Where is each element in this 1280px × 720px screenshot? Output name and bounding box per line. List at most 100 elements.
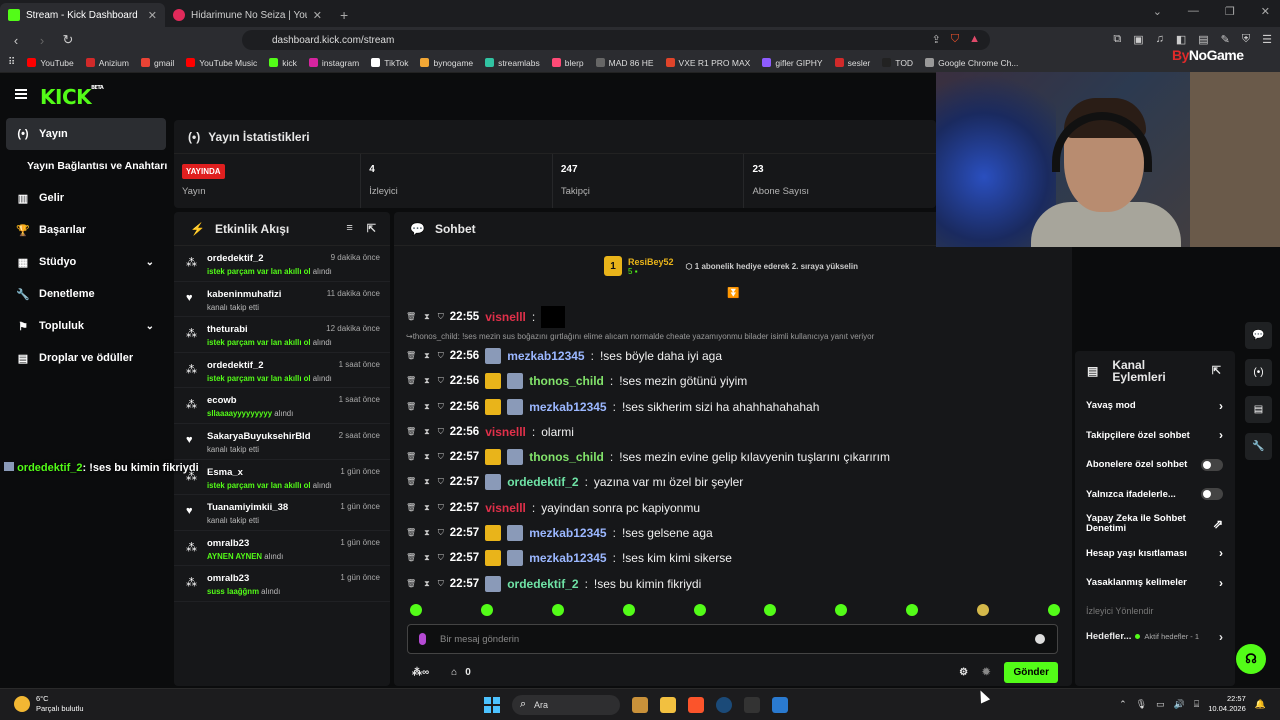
chat-username[interactable]: mezkab12345 — [529, 400, 606, 414]
chat-message[interactable]: 🗑 ⧗ ⛉ 22:56 mezkab12345: !ses sikherim sizi h… — [406, 394, 1056, 419]
chat-message[interactable]: 🗑 ⧗ ⛉ 22:57 mezkab12345: !ses gelsene aga — [406, 520, 1056, 545]
ban-icon[interactable]: ⛉ — [438, 351, 444, 361]
channel-points-icon[interactable]: ⁂∞ — [412, 667, 429, 678]
brave-icon[interactable] — [688, 697, 704, 713]
delete-icon[interactable]: 🗑 — [406, 351, 416, 361]
notification-icon[interactable]: 🔔 — [1255, 699, 1266, 710]
brave-shield-icon[interactable]: ⛉ — [951, 33, 959, 46]
gear-icon[interactable]: ⚙ — [959, 667, 968, 678]
sidebar-item[interactable]: ⚑ Topluluk ⌄ — [0, 310, 172, 342]
music-icon[interactable]: ♫ — [1156, 33, 1164, 46]
volume-icon[interactable]: 🔊 — [1174, 699, 1185, 710]
channel-action-row[interactable]: Abonelere özel sohbet — [1075, 450, 1235, 480]
chat-message[interactable]: 🗑 ⧗ ⛉ 22:57 mezkab12345: !ses kim kimi sikers… — [406, 546, 1056, 571]
channel-action-row[interactable]: Takipçilere özel sohbet › — [1075, 421, 1235, 451]
weather-widget[interactable]: 6°C Parçalı bulutlu — [14, 694, 84, 714]
ban-icon[interactable]: ⛉ — [438, 376, 444, 386]
forward-icon[interactable]: › — [32, 33, 52, 48]
channel-action-row[interactable]: Hesap yaşı kısıtlaması › — [1075, 539, 1235, 569]
timeout-icon[interactable]: ⧗ — [424, 477, 430, 487]
delete-icon[interactable]: 🗑 — [406, 503, 416, 513]
chevron-up-icon[interactable]: ⌃ — [1119, 699, 1127, 710]
extension-icon[interactable]: ⧉ — [1113, 33, 1121, 46]
feed-item[interactable]: ⁂ ecowb 1 saat önce sllaaaayyyyyyyyy alındı — [174, 388, 390, 424]
emote-icon[interactable] — [551, 604, 564, 616]
bookmark-item[interactable]: gifler GIPHY — [762, 58, 823, 68]
timeout-icon[interactable]: ⧗ — [424, 503, 430, 513]
chat-message[interactable]: 🗑 ⧗ ⛉ 22:56 mezkab12345: !ses böyle daha iyi … — [406, 343, 1056, 368]
delete-icon[interactable]: 🗑 — [406, 402, 416, 412]
steam-icon[interactable] — [716, 697, 732, 713]
channel-action-row[interactable]: Yalnızca ifadelerle... — [1075, 480, 1235, 510]
bookmark-item[interactable]: sesler — [834, 58, 870, 68]
menu-icon[interactable] — [15, 89, 27, 99]
clock[interactable]: 22:57 10.04.2026 — [1208, 694, 1246, 714]
timeout-icon[interactable]: ⧗ — [424, 351, 430, 361]
delete-icon[interactable]: 🗑 — [406, 312, 416, 322]
chevron-down-icon[interactable]: ⏬ — [727, 288, 739, 299]
toggle-switch[interactable] — [1201, 488, 1223, 501]
emote-icon[interactable] — [764, 604, 777, 616]
bookmark-item[interactable]: YouTube Music — [186, 58, 257, 68]
delete-icon[interactable]: 🗑 — [406, 427, 416, 437]
emote-icon[interactable] — [835, 604, 848, 616]
emote-icon[interactable] — [906, 604, 919, 616]
url-field[interactable]: dashboard.kick.com/stream ⇪ ⛉ ▲ — [242, 30, 990, 50]
close-icon[interactable]: ✕ — [148, 9, 157, 22]
chat-username[interactable]: visnelll — [485, 310, 526, 324]
new-tab-button[interactable]: + — [330, 7, 358, 27]
ban-icon[interactable]: ⛉ — [438, 402, 444, 412]
chat-message[interactable]: 🗑 ⧗ ⛉ 22:56 thonos_child: !ses mezin götünü y… — [406, 369, 1056, 394]
brave-rewards-icon[interactable]: ▲ — [969, 33, 980, 46]
reload-icon[interactable]: ↻ — [58, 32, 78, 48]
chat-username[interactable]: ordedektif_2 — [507, 475, 578, 489]
bookmark-item[interactable]: kick — [269, 58, 297, 68]
extension-icon[interactable]: ▣ — [1133, 33, 1143, 46]
emote-icon[interactable] — [622, 604, 635, 616]
ban-icon[interactable]: ⛉ — [438, 579, 444, 589]
bookmark-item[interactable]: Google Chrome Ch... — [925, 58, 1018, 68]
sidebar-icon[interactable]: ◧ — [1176, 33, 1186, 46]
sidebar-item[interactable]: ▦ Stüdyo ⌄ — [0, 246, 172, 278]
stream-rail-button[interactable]: (•) — [1245, 359, 1272, 386]
wallet-icon[interactable]: ▤ — [1198, 33, 1208, 46]
chat-username[interactable]: mezkab12345 — [529, 526, 606, 540]
bookmark-item[interactable]: TOD — [882, 58, 913, 68]
device-icon[interactable]: ▭ — [1156, 699, 1165, 710]
chat-username[interactable]: ordedektif_2 — [507, 577, 578, 591]
ban-icon[interactable]: ⛉ — [438, 553, 444, 563]
ban-icon[interactable]: ⛉ — [438, 528, 444, 538]
channel-action-row[interactable]: Yasaklanmış kelimeler › — [1075, 568, 1235, 598]
windows-start-icon[interactable] — [484, 697, 500, 713]
feed-item[interactable]: ⁂ theturabi 12 dakika önce istek parçam var… — [174, 317, 390, 353]
translate-icon[interactable]: ✎ — [1221, 33, 1230, 46]
feed-item[interactable]: ⁂ omralb23 1 gün önce suss laağğnm alındı — [174, 566, 390, 602]
timeout-icon[interactable]: ⧗ — [424, 528, 430, 538]
bookmark-item[interactable]: bynogame — [420, 58, 473, 68]
feed-item[interactable]: ⁂ ordedektif_2 1 saat önce istek parçam var… — [174, 353, 390, 389]
mic-icon[interactable] — [419, 633, 426, 645]
bookmark-item[interactable]: gmail — [140, 58, 174, 68]
timeout-icon[interactable]: ⧗ — [424, 452, 430, 462]
ban-icon[interactable]: ⛉ — [438, 452, 444, 462]
feed-item[interactable]: ♥ SakaryaBuyuksehirBld 2 saat önce kanalı t… — [174, 424, 390, 460]
chat-message[interactable]: 🗑 ⧗ ⛉ 22:55 visnelll: — [406, 304, 1056, 329]
delete-icon[interactable]: 🗑 — [406, 528, 416, 538]
sidebar-item[interactable]: Yayın Bağlantısı ve Anahtarı — [0, 150, 172, 182]
feed-item[interactable]: ♥ kabeninmuhafizi 11 dakika önce kanalı tak… — [174, 282, 390, 318]
timeout-icon[interactable]: ⧗ — [424, 402, 430, 412]
emote-icon[interactable] — [977, 604, 989, 616]
moderation-icon[interactable]: ✹ — [982, 667, 990, 678]
chat-username[interactable]: visnelll — [485, 425, 526, 439]
mic-icon[interactable]: 🎙 — [1136, 699, 1147, 710]
menu-icon[interactable]: ☰ — [1262, 33, 1272, 46]
timeout-icon[interactable]: ⧗ — [424, 553, 430, 563]
channel-action-row[interactable]: Yapay Zeka ile Sohbet Denetimi ⇗ — [1075, 509, 1235, 539]
emote-icon[interactable] — [410, 604, 422, 616]
browser-tab-kick[interactable]: Stream - Kick Dashboard ✕ — [0, 3, 165, 27]
game-app-icon[interactable] — [632, 697, 648, 713]
bookmark-item[interactable]: blerp — [551, 58, 584, 68]
pinned-gift-leaderboard[interactable]: 1 ResiBey52 5 ▪ ⬡ 1 abonelik hediye eder… — [604, 256, 858, 276]
toggle-switch[interactable] — [1201, 458, 1223, 471]
feed-item[interactable]: ⁂ Esma_x 1 gün önce istek parçam var lan ak… — [174, 460, 390, 496]
